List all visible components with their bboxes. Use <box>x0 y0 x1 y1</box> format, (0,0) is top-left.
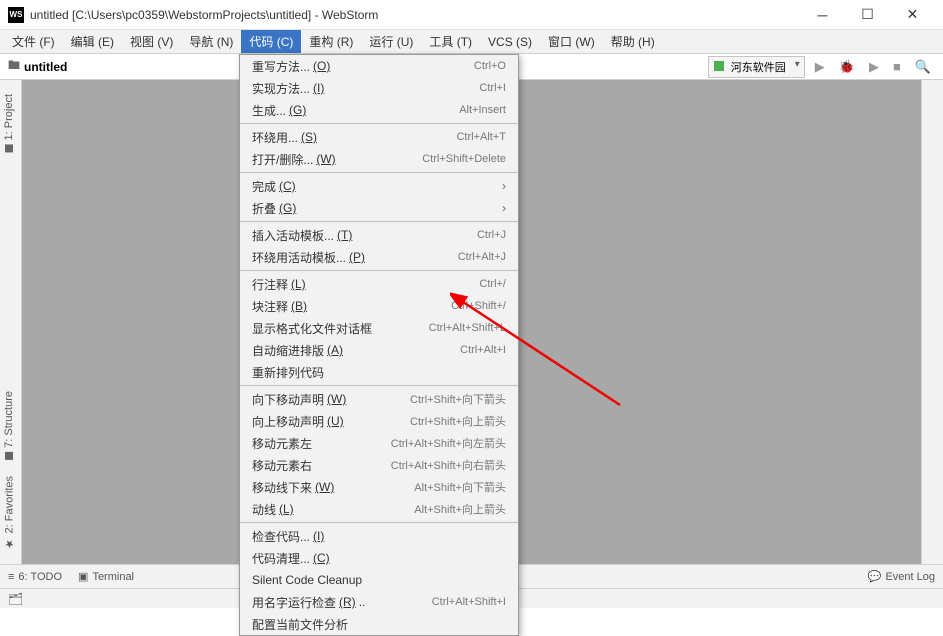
shortcut-label: Ctrl+Alt+I <box>460 344 506 356</box>
code-menu-item-27[interactable]: 代码清理... (C) <box>240 547 518 569</box>
app-icon: WS <box>8 7 24 23</box>
menu-help[interactable]: 帮助 (H) <box>603 30 663 53</box>
chevron-right-icon: › <box>502 179 506 193</box>
menu-separator <box>240 123 518 124</box>
shortcut-label: Ctrl+Shift+Delete <box>422 153 506 165</box>
code-menu-item-2[interactable]: 生成... (G)Alt+Insert <box>240 99 518 121</box>
menu-separator <box>240 385 518 386</box>
shortcut-label: Ctrl+Alt+Shift+向右箭头 <box>391 457 506 473</box>
window-controls: ─ ☐ ✕ <box>800 1 935 29</box>
code-menu-item-14[interactable]: 块注释 (B)Ctrl+Shift+/ <box>240 295 518 317</box>
menu-file[interactable]: 文件 (F) <box>4 30 63 53</box>
code-menu-item-5[interactable]: 打开/删除... (W)Ctrl+Shift+Delete <box>240 148 518 170</box>
code-menu-item-0[interactable]: 重写方法... (O)Ctrl+O <box>240 55 518 77</box>
menu-window[interactable]: 窗口 (W) <box>540 30 603 53</box>
code-menu-item-24[interactable]: 动线 (L)Alt+Shift+向上箭头 <box>240 498 518 520</box>
code-menu-item-20[interactable]: 向上移动声明 (U)Ctrl+Shift+向上箭头 <box>240 410 518 432</box>
menu-run[interactable]: 运行 (U) <box>361 30 421 53</box>
shortcut-label: Alt+Insert <box>459 104 506 116</box>
menu-tools[interactable]: 工具 (T) <box>421 30 480 53</box>
code-menu-item-1[interactable]: 实现方法... (I)Ctrl+I <box>240 77 518 99</box>
breadcrumb-folder: untitled <box>24 60 67 74</box>
chevron-right-icon: › <box>502 201 506 215</box>
code-menu-item-22[interactable]: 移动元素右Ctrl+Alt+Shift+向右箭头 <box>240 454 518 476</box>
code-menu-dropdown: 重写方法... (O)Ctrl+O实现方法... (I)Ctrl+I生成... … <box>239 54 519 636</box>
titlebar: WS untitled [C:\Users\pc0359\WebstormPro… <box>0 0 943 30</box>
coverage-icon[interactable]: ▶ <box>865 59 883 75</box>
bottom-tab-todo[interactable]: ≡ 6: TODO <box>8 570 62 583</box>
menu-separator <box>240 522 518 523</box>
right-sidebar <box>921 80 943 564</box>
search-icon[interactable]: 🔍 <box>911 59 935 75</box>
code-menu-item-30[interactable]: 配置当前文件分析 <box>240 613 518 635</box>
shortcut-label: Ctrl+Shift+/ <box>451 300 506 312</box>
code-menu-item-17[interactable]: 重新排列代码 <box>240 361 518 383</box>
sidebar-tab-favorites[interactable]: ★2: Favorites <box>0 468 19 558</box>
code-menu-item-8[interactable]: 折叠 (G)› <box>240 197 518 219</box>
shortcut-label: Ctrl+Shift+向上箭头 <box>410 413 506 429</box>
shortcut-label: Alt+Shift+向下箭头 <box>414 479 506 495</box>
run-icon[interactable]: ▶ <box>811 59 829 75</box>
menu-separator <box>240 270 518 271</box>
folder-icon: 🖿 <box>8 56 20 77</box>
run-config-dropdown[interactable]: 河东软件园 <box>708 56 805 78</box>
debug-icon[interactable]: 🐞 <box>835 59 859 75</box>
menu-separator <box>240 172 518 173</box>
menu-edit[interactable]: 编辑 (E) <box>63 30 122 53</box>
code-menu-item-16[interactable]: 自动缩进排版 (A)Ctrl+Alt+I <box>240 339 518 361</box>
code-menu-item-11[interactable]: 环绕用活动模板... (P)Ctrl+Alt+J <box>240 246 518 268</box>
shortcut-label: Ctrl+J <box>477 229 506 241</box>
menu-view[interactable]: 视图 (V) <box>122 30 181 53</box>
toolbar: 河东软件园 ▶ 🐞 ▶ ■ 🔍 <box>708 56 935 78</box>
code-menu-item-21[interactable]: 移动元素左Ctrl+Alt+Shift+向左箭头 <box>240 432 518 454</box>
shortcut-label: Ctrl+I <box>479 82 506 94</box>
shortcut-label: Ctrl+Alt+T <box>456 131 506 143</box>
code-menu-item-7[interactable]: 完成 (C)› <box>240 175 518 197</box>
breadcrumb[interactable]: 🖿 untitled <box>8 56 67 77</box>
menu-separator <box>240 221 518 222</box>
menubar: 文件 (F)编辑 (E)视图 (V)导航 (N)代码 (C)重构 (R)运行 (… <box>0 30 943 54</box>
event-log-icon: 💬 <box>868 570 882 583</box>
maximize-button[interactable]: ☐ <box>845 1 890 29</box>
code-menu-item-4[interactable]: 环绕用... (S)Ctrl+Alt+T <box>240 126 518 148</box>
shortcut-label: Ctrl+O <box>474 60 506 72</box>
code-menu-item-13[interactable]: 行注释 (L)Ctrl+/ <box>240 273 518 295</box>
bottom-tab-terminal[interactable]: ▣ Terminal <box>78 570 134 583</box>
sidebar-tab-project[interactable]: 1: Project <box>0 86 18 160</box>
menu-navigate[interactable]: 导航 (N) <box>181 30 241 53</box>
left-sidebar: 1: Project 7: Structure ★2: Favorites <box>0 80 22 564</box>
shortcut-label: Ctrl+Alt+Shift+L <box>429 322 506 334</box>
window-title: untitled [C:\Users\pc0359\WebstormProjec… <box>30 8 800 22</box>
shortcut-label: Ctrl+Alt+J <box>458 251 506 263</box>
code-menu-item-15[interactable]: 显示格式化文件对话框Ctrl+Alt+Shift+L <box>240 317 518 339</box>
shortcut-label: Ctrl+/ <box>479 278 506 290</box>
close-button[interactable]: ✕ <box>890 1 935 29</box>
menu-vcs[interactable]: VCS (S) <box>480 32 540 52</box>
shortcut-label: Ctrl+Alt+Shift+I <box>432 596 506 608</box>
shortcut-label: Ctrl+Shift+向下箭头 <box>410 391 506 407</box>
bottom-event-log[interactable]: 💬 Event Log <box>868 570 935 583</box>
menu-refactor[interactable]: 重构 (R) <box>301 30 361 53</box>
code-menu-item-10[interactable]: 插入活动模板... (T)Ctrl+J <box>240 224 518 246</box>
code-menu-item-26[interactable]: 检查代码... (I) <box>240 525 518 547</box>
code-menu-item-23[interactable]: 移动线下来 (W)Alt+Shift+向下箭头 <box>240 476 518 498</box>
minimize-button[interactable]: ─ <box>800 1 845 29</box>
shortcut-label: Ctrl+Alt+Shift+向左箭头 <box>391 435 506 451</box>
shortcut-label: Alt+Shift+向上箭头 <box>414 501 506 517</box>
code-menu-item-29[interactable]: 用名字运行检查 (R)..Ctrl+Alt+Shift+I <box>240 591 518 613</box>
menu-code[interactable]: 代码 (C) <box>241 30 301 53</box>
sidebar-tab-structure[interactable]: 7: Structure <box>0 383 18 468</box>
status-icon[interactable]: 🗂 <box>8 592 23 606</box>
stop-icon[interactable]: ■ <box>889 59 905 74</box>
code-menu-item-19[interactable]: 向下移动声明 (W)Ctrl+Shift+向下箭头 <box>240 388 518 410</box>
